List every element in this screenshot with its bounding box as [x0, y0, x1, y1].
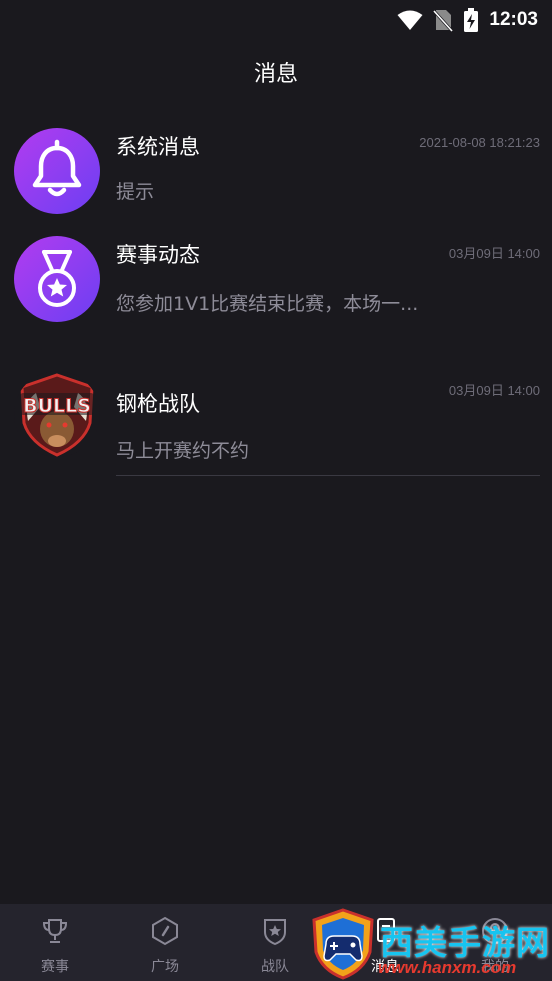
status-bar: 12:03	[0, 0, 552, 40]
avatar	[14, 128, 100, 214]
svg-text:BULLS: BULLS	[23, 395, 91, 417]
battery-charging-icon	[464, 8, 479, 32]
status-icons: 12:03	[397, 6, 538, 34]
tab-square[interactable]: 广场	[110, 904, 220, 981]
conversation-preview: 马上开赛约不约	[116, 440, 250, 462]
conversation-time: 03月09日 14:00	[448, 246, 540, 261]
conversation-name: 系统消息	[116, 135, 200, 159]
conversation-name: 钢枪战队	[116, 392, 200, 416]
conversation-time: 03月09日 14:00	[448, 383, 540, 398]
conversation-item-system[interactable]: 系统消息 2021-08-08 18:21:23 提示	[0, 125, 552, 220]
compass-icon	[152, 916, 178, 946]
watermark-url: www.hanxm.com	[378, 958, 517, 977]
avatar: BULLS	[14, 371, 100, 457]
trophy-icon	[42, 919, 68, 943]
conversation-preview: 提示	[116, 181, 155, 203]
avatar	[14, 236, 100, 322]
page-title: 消息	[253, 62, 298, 87]
watermark: 西美手游网 www.hanxm.com	[308, 906, 552, 981]
tab-label: 广场	[151, 959, 179, 975]
conversation-item-team[interactable]: BULLS 钢枪战队 03月09日 14:00 马上开赛约不约	[0, 370, 552, 478]
tab-label: 赛事	[41, 959, 69, 975]
watermark-text: 西美手游网	[380, 923, 550, 962]
bulls-team-logo: BULLS	[20, 373, 94, 457]
wifi-icon	[397, 10, 423, 30]
gamepad-shield-icon	[312, 908, 374, 980]
no-sim-icon	[433, 9, 454, 32]
conversation-item-match-news[interactable]: 赛事动态 03月09日 14:00 您参加1V1比赛结束比赛，本场一...	[0, 233, 552, 333]
conversation-name: 赛事动态	[116, 243, 200, 267]
divider	[116, 475, 540, 476]
team-shield-icon	[264, 919, 286, 946]
tab-matches[interactable]: 赛事	[0, 904, 110, 981]
bell-icon	[32, 139, 82, 197]
status-clock: 12:03	[489, 9, 538, 30]
conversation-preview: 您参加1V1比赛结束比赛，本场一...	[116, 293, 419, 315]
medal-icon	[38, 250, 76, 307]
conversation-time: 2021-08-08 18:21:23	[419, 135, 540, 150]
